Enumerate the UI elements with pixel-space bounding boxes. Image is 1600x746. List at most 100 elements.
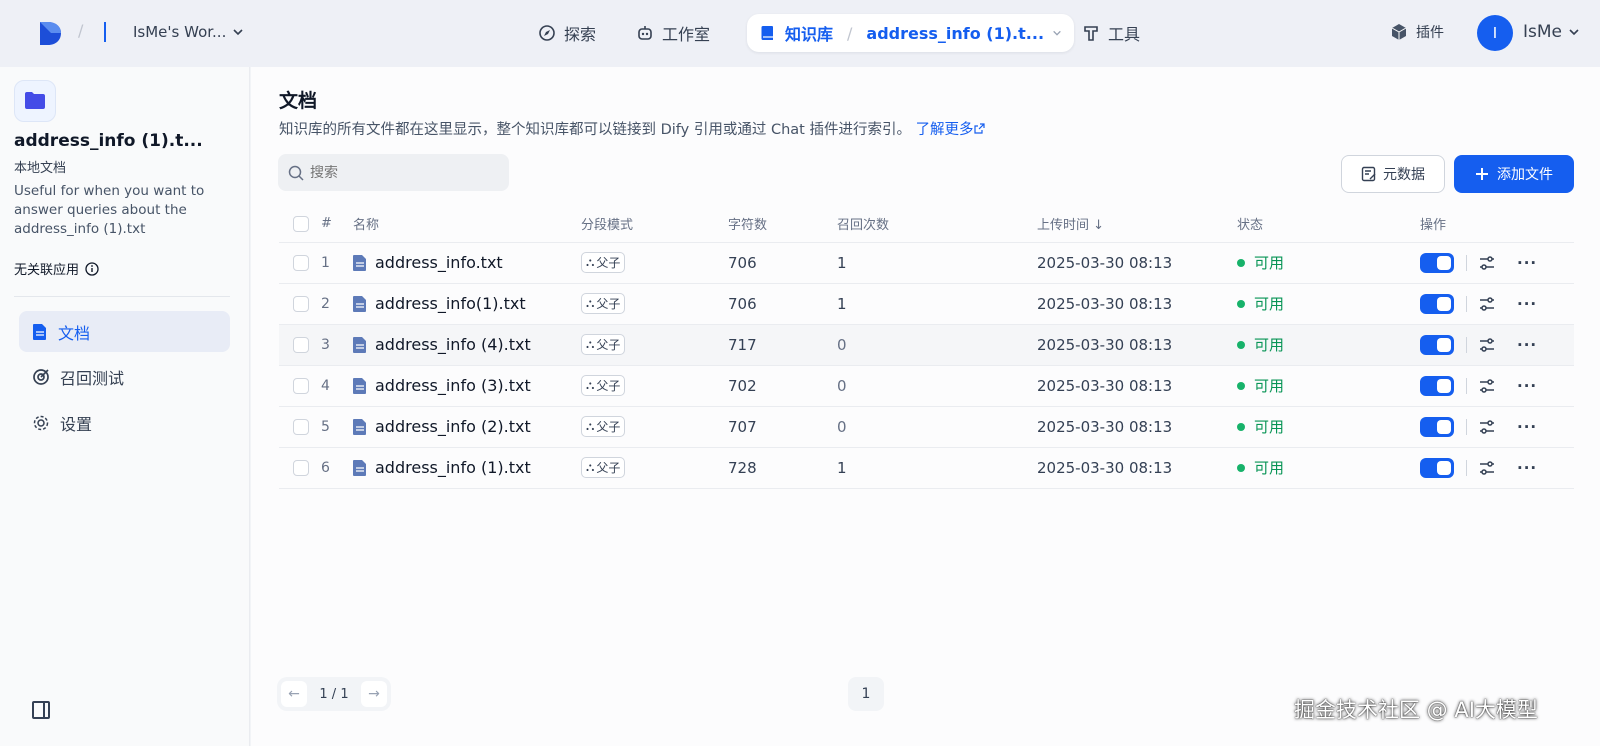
status-dot — [1237, 299, 1245, 308]
learn-more-link[interactable]: 了解更多 — [916, 122, 985, 138]
divider — [1466, 459, 1467, 476]
page-description: 知识库的所有文件都在这里显示，整个知识库都可以链接到 Dify 引用或通过 Ch… — [279, 118, 985, 139]
nav-studio[interactable]: 工作室 — [624, 14, 722, 52]
chunk-mode-label: 父子 — [596, 256, 621, 270]
dataset-switcher[interactable]: address_info (1).t... — [866, 24, 1044, 43]
row-actions-cell: ··· — [1420, 447, 1574, 489]
row-checkbox[interactable] — [293, 337, 309, 353]
user-menu[interactable]: IsMe — [1523, 22, 1580, 42]
status-dot — [1237, 381, 1245, 390]
file-name[interactable]: address_info (2).txt — [375, 417, 531, 436]
metadata-button[interactable]: 元数据 — [1341, 155, 1445, 193]
col-status: 状态 — [1237, 206, 1420, 243]
status-label: 可用 — [1254, 295, 1285, 313]
row-status-cell: 可用 — [1237, 283, 1420, 325]
row-name-cell: address_info (3).txt — [353, 365, 581, 407]
row-mode-cell: ⛬ 父子 — [581, 447, 728, 489]
status-label: 可用 — [1254, 254, 1285, 272]
collapse-sidebar-icon[interactable] — [32, 701, 50, 719]
row-checkbox[interactable] — [293, 255, 309, 271]
row-checkbox[interactable] — [293, 460, 309, 476]
table-row[interactable]: 3 address_info (4).txt ⛬ 父子 717 0 2025-03… — [279, 324, 1574, 366]
status-badge: 可用 — [1237, 334, 1420, 355]
hammer-icon — [1084, 26, 1098, 41]
chunk-mode-label: 父子 — [596, 338, 621, 352]
row-status-cell: 可用 — [1237, 365, 1420, 407]
workspace-badge — [104, 22, 110, 42]
status-dot — [1237, 340, 1245, 349]
row-checkbox[interactable] — [293, 419, 309, 435]
select-all-checkbox[interactable] — [293, 215, 309, 232]
divider — [1466, 418, 1467, 435]
info-icon[interactable] — [85, 261, 99, 276]
status-label: 可用 — [1254, 418, 1285, 436]
file-name[interactable]: address_info (4).txt — [375, 335, 531, 354]
settings-sliders-icon[interactable] — [1479, 296, 1495, 311]
search-box[interactable] — [278, 154, 509, 191]
file-name[interactable]: address_info (1).txt — [375, 458, 531, 477]
file-name[interactable]: address_info.txt — [375, 253, 503, 272]
avatar[interactable]: I — [1477, 15, 1513, 51]
status-dot — [1237, 422, 1245, 431]
nav-tools[interactable]: 工具 — [1070, 14, 1152, 52]
row-status-cell: 可用 — [1237, 447, 1420, 489]
row-actions-cell: ··· — [1420, 242, 1574, 284]
row-mode-cell: ⛬ 父子 — [581, 406, 728, 448]
settings-sliders-icon[interactable] — [1479, 378, 1495, 393]
add-file-button[interactable]: 添加文件 — [1454, 155, 1574, 193]
more-icon[interactable]: ··· — [1517, 418, 1537, 436]
settings-sliders-icon[interactable] — [1479, 419, 1495, 434]
row-checkbox[interactable] — [293, 378, 309, 394]
row-checkbox-cell — [279, 447, 321, 489]
row-checkbox[interactable] — [293, 296, 309, 312]
status-badge: 可用 — [1237, 416, 1420, 437]
settings-sliders-icon[interactable] — [1479, 337, 1495, 352]
settings-sliders-icon[interactable] — [1479, 255, 1495, 270]
row-upload-time: 2025-03-30 08:13 — [1037, 365, 1237, 407]
enable-toggle[interactable] — [1420, 334, 1454, 355]
table-row[interactable]: 1 address_info.txt ⛬ 父子 706 1 2025-03-30 … — [279, 242, 1574, 284]
col-upload-time[interactable]: 上传时间 ↓ — [1037, 206, 1237, 243]
enable-toggle[interactable] — [1420, 293, 1454, 314]
col-chunk-mode: 分段模式 — [581, 206, 728, 243]
enable-toggle[interactable] — [1420, 375, 1454, 396]
next-page-icon[interactable]: → — [361, 681, 387, 707]
breadcrumb-separator: / — [78, 21, 84, 40]
workspace-switcher[interactable]: IsMe's Wor... — [133, 23, 244, 41]
col-name: 名称 — [353, 206, 581, 243]
table-row[interactable]: 6 address_info (1).txt ⛬ 父子 728 1 2025-03… — [279, 447, 1574, 489]
table-row[interactable]: 5 address_info (2).txt ⛬ 父子 707 0 2025-03… — [279, 406, 1574, 448]
nav-knowledge[interactable]: 知识库 / address_info (1).t... — [747, 14, 1075, 52]
more-icon[interactable]: ··· — [1517, 336, 1537, 354]
plugin-button[interactable]: 插件 — [1390, 22, 1444, 42]
more-icon[interactable]: ··· — [1517, 295, 1537, 313]
dify-logo-icon[interactable] — [38, 20, 64, 47]
table-row[interactable]: 2 address_info(1).txt ⛬ 父子 706 1 2025-03-… — [279, 283, 1574, 325]
related-apps[interactable]: 无关联应用 — [14, 259, 99, 278]
more-icon[interactable]: ··· — [1517, 377, 1537, 395]
page-number-button[interactable]: 1 — [848, 677, 884, 711]
divider — [1466, 254, 1467, 271]
nav-explore[interactable]: 探索 — [526, 14, 608, 52]
row-hits: 0 — [837, 406, 1037, 448]
enable-toggle[interactable] — [1420, 252, 1454, 273]
prev-page-icon[interactable]: ← — [281, 681, 307, 707]
row-mode-cell: ⛬ 父子 — [581, 242, 728, 284]
status-badge: 可用 — [1237, 252, 1420, 273]
document-icon — [33, 323, 46, 340]
table-row[interactable]: 4 address_info (3).txt ⛬ 父子 702 0 2025-03… — [279, 365, 1574, 407]
enable-toggle[interactable] — [1420, 457, 1454, 478]
settings-sliders-icon[interactable] — [1479, 460, 1495, 475]
row-name-cell: address_info (4).txt — [353, 324, 581, 366]
related-apps-label: 无关联应用 — [14, 263, 80, 278]
more-icon[interactable]: ··· — [1517, 254, 1537, 272]
sidebar-item-retrieval-test[interactable]: 召回测试 — [19, 356, 230, 397]
row-checkbox-cell — [279, 242, 321, 284]
sidebar-item-settings[interactable]: 设置 — [19, 402, 230, 443]
enable-toggle[interactable] — [1420, 416, 1454, 437]
file-name[interactable]: address_info(1).txt — [375, 294, 526, 313]
file-name[interactable]: address_info (3).txt — [375, 376, 531, 395]
more-icon[interactable]: ··· — [1517, 459, 1537, 477]
search-input[interactable] — [310, 164, 500, 181]
sidebar-item-documents[interactable]: 文档 — [19, 311, 230, 352]
